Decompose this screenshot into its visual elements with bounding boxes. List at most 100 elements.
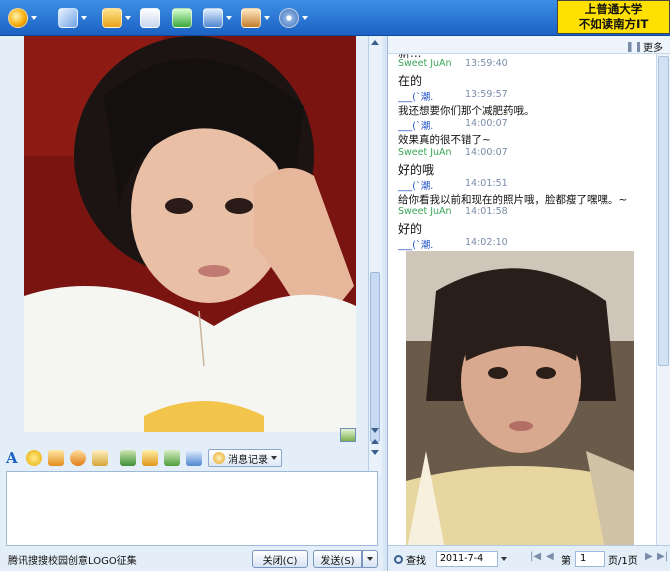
more-label: 更多 <box>643 43 663 54</box>
portrait-photo <box>24 36 356 432</box>
message-text: 好的哦 <box>398 163 435 177</box>
sender-name: ___(`潮. <box>398 240 434 251</box>
scroll-up-icon[interactable] <box>371 439 379 444</box>
ad-line-1: 上普通大学 <box>584 2 643 16</box>
message-header: Sweet JuAn 14:01:58 <box>398 206 508 217</box>
message-header: ___(`潮. 14:00:07 <box>398 118 508 132</box>
prev-page-icon[interactable]: ◀ <box>546 551 554 562</box>
sender-name: ___(`潮. <box>398 92 434 103</box>
message-time: 14:01:51 <box>465 178 508 189</box>
message-history-label: 消息记录 <box>228 454 268 466</box>
chevron-down-icon <box>81 16 87 20</box>
chevron-down-icon <box>125 16 131 20</box>
screenshot-icon[interactable] <box>340 428 356 442</box>
page-prefix: 第 <box>561 556 571 567</box>
page-number-field[interactable]: 1 <box>575 551 605 567</box>
send-button[interactable]: 发送(S) <box>313 550 362 568</box>
last-page-icon[interactable]: ▶| <box>657 551 668 562</box>
music-icon[interactable] <box>142 450 158 466</box>
message-header: Sweet JuAn 14:00:07 <box>398 147 508 158</box>
chevron-down-icon <box>226 16 232 20</box>
chevron-down-icon <box>302 16 308 20</box>
sender-name: ___(`潮. <box>398 121 434 132</box>
speaker-icon <box>628 41 640 52</box>
search-button[interactable]: 查找 <box>394 552 426 567</box>
wink-icon[interactable] <box>48 450 64 466</box>
magic-icon[interactable] <box>92 450 108 466</box>
chat-scrollbar[interactable] <box>656 54 670 551</box>
calendar-dropdown-icon[interactable] <box>501 557 507 561</box>
chevron-down-icon <box>367 557 373 561</box>
shared-photo[interactable] <box>406 251 634 554</box>
send-options-button[interactable] <box>362 550 378 568</box>
image-icon[interactable] <box>120 450 136 466</box>
left-scrollbar[interactable] <box>368 36 381 476</box>
chat-history-pane: 更多 新... Sweet JuAn 13:59:40 在的 ___(`潮. 1… <box>387 36 670 571</box>
voice-button[interactable] <box>58 6 87 30</box>
message-header: ___(`潮. 14:01:51 <box>398 178 508 192</box>
ad-line-2: 不如读南方IT <box>578 17 649 31</box>
message-input[interactable] <box>6 471 378 546</box>
ad-banner[interactable]: 上普通大学 不如读南方IT <box>557 0 670 34</box>
qq-logo-button[interactable] <box>8 6 37 30</box>
search-label: 查找 <box>406 556 426 567</box>
file-transfer-button[interactable] <box>102 6 131 30</box>
shared-photo-image <box>406 251 634 554</box>
message-header: Sweet JuAn 13:59:40 <box>398 58 508 69</box>
message-time: 14:02:10 <box>465 237 508 248</box>
chat-log: 新... Sweet JuAn 13:59:40 在的 ___(`潮. 13:5… <box>388 54 656 554</box>
user-button[interactable] <box>241 6 270 30</box>
close-button[interactable]: 关闭(C) <box>252 550 308 568</box>
message-text: 好的 <box>398 222 423 236</box>
chevron-down-icon <box>31 16 37 20</box>
file-icon[interactable] <box>164 450 180 466</box>
message-text: 在的 <box>398 74 423 88</box>
scroll-up-icon[interactable] <box>371 40 379 45</box>
qq-logo-icon <box>8 8 28 28</box>
search-icon <box>394 555 403 564</box>
message-time: 14:01:58 <box>465 206 508 217</box>
message-time: 14:00:07 <box>465 147 508 158</box>
email-button[interactable] <box>140 6 160 30</box>
history-header: 更多 <box>388 36 670 54</box>
date-field[interactable]: 2011-7-4 <box>436 551 498 567</box>
chevron-down-icon <box>264 16 270 20</box>
format-toolbar: A 消息记录 <box>0 446 383 470</box>
sender-name: Sweet JuAn <box>398 206 452 217</box>
settings-icon <box>279 8 299 28</box>
scroll-thumb[interactable] <box>370 272 380 442</box>
network-button[interactable] <box>203 6 232 30</box>
settings-button[interactable] <box>279 6 308 30</box>
left-bottom-bar: 腾讯搜搜校园创意LOGO征集 关闭(C) 发送(S) <box>0 547 383 571</box>
user-icon <box>241 8 261 28</box>
sender-name: Sweet JuAn <box>398 147 452 158</box>
shake-icon[interactable] <box>70 450 86 466</box>
history-footer: 查找 2011-7-4 |◀ ◀ 第 1 页/1页 ▶ ▶| <box>388 545 670 571</box>
font-icon[interactable]: A <box>6 449 20 467</box>
network-icon <box>203 8 223 28</box>
scroll-thumb[interactable] <box>658 56 669 366</box>
page-suffix: 页/1页 <box>608 556 638 567</box>
message-header: ___(`潮. 13:59:57 <box>398 89 508 103</box>
history-icon <box>213 452 225 464</box>
message-text: 我还想要你们那个减肥药哦。 <box>398 105 535 117</box>
message-text: 效果真的很不错了~ <box>398 134 491 146</box>
sender-name: ___(`潮. <box>398 181 434 192</box>
message-time: 13:59:40 <box>465 58 508 69</box>
add-button[interactable] <box>172 6 192 30</box>
more-button[interactable]: 更多 <box>628 39 663 54</box>
left-pane: A 消息记录 腾讯搜搜校园创意LOGO征集 关闭(C) 发送(S) <box>0 36 383 571</box>
next-page-icon[interactable]: ▶ <box>645 551 653 562</box>
message-header: ___(`潮. 14:02:10 <box>398 237 508 251</box>
screen-capture-icon[interactable] <box>186 450 202 466</box>
video-photo-left <box>24 36 356 432</box>
microphone-icon <box>58 8 78 28</box>
scroll-down-icon[interactable] <box>371 428 379 433</box>
sender-name: Sweet JuAn <box>398 58 452 69</box>
first-page-icon[interactable]: |◀ <box>530 551 541 562</box>
footer-ad-link[interactable]: 腾讯搜搜校园创意LOGO征集 <box>8 552 137 567</box>
add-icon <box>172 8 192 28</box>
message-history-button[interactable]: 消息记录 <box>208 449 282 467</box>
emoji-icon[interactable] <box>26 450 42 466</box>
message-time: 14:00:07 <box>465 118 508 129</box>
